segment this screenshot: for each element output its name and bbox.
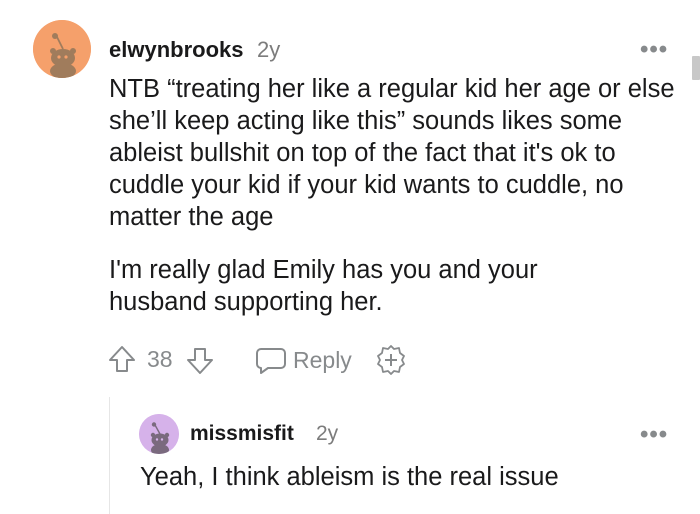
reply-user-avatar[interactable] [139, 414, 179, 454]
upvote-button[interactable] [107, 344, 137, 374]
snoo-avatar-icon [139, 414, 179, 454]
reply-label: Reply [293, 346, 352, 373]
reply-username[interactable]: missmisfit [190, 422, 294, 446]
comment-username[interactable]: elwynbrooks [109, 37, 243, 63]
upvote-icon [109, 346, 135, 372]
user-avatar[interactable] [33, 20, 91, 78]
downvote-icon [187, 348, 213, 374]
scrollbar[interactable] [692, 56, 700, 80]
snoo-avatar-icon [33, 20, 91, 78]
reply-age: 2y [316, 422, 339, 445]
comment-paragraph-1: NTB “treating her like a regular kid her… [109, 75, 675, 231]
thread-line[interactable] [109, 397, 110, 514]
vote-count-value: 38 [147, 346, 173, 372]
reply-text: Yeah, I think ableism is the real issue [140, 463, 559, 491]
reply-button[interactable]: Reply [255, 345, 352, 375]
reply-more-options-icon[interactable]: ••• [640, 423, 668, 447]
more-options-icon[interactable]: ••• [640, 38, 668, 62]
downvote-button[interactable] [185, 346, 215, 376]
comment-paragraph-2: I'm really glad Emily has you and your h… [109, 256, 538, 316]
comment-age: 2y [257, 37, 281, 62]
award-button[interactable] [375, 344, 407, 376]
award-icon [377, 345, 405, 375]
reply-bubble-icon [256, 348, 286, 374]
vote-count: 38 [147, 346, 173, 373]
